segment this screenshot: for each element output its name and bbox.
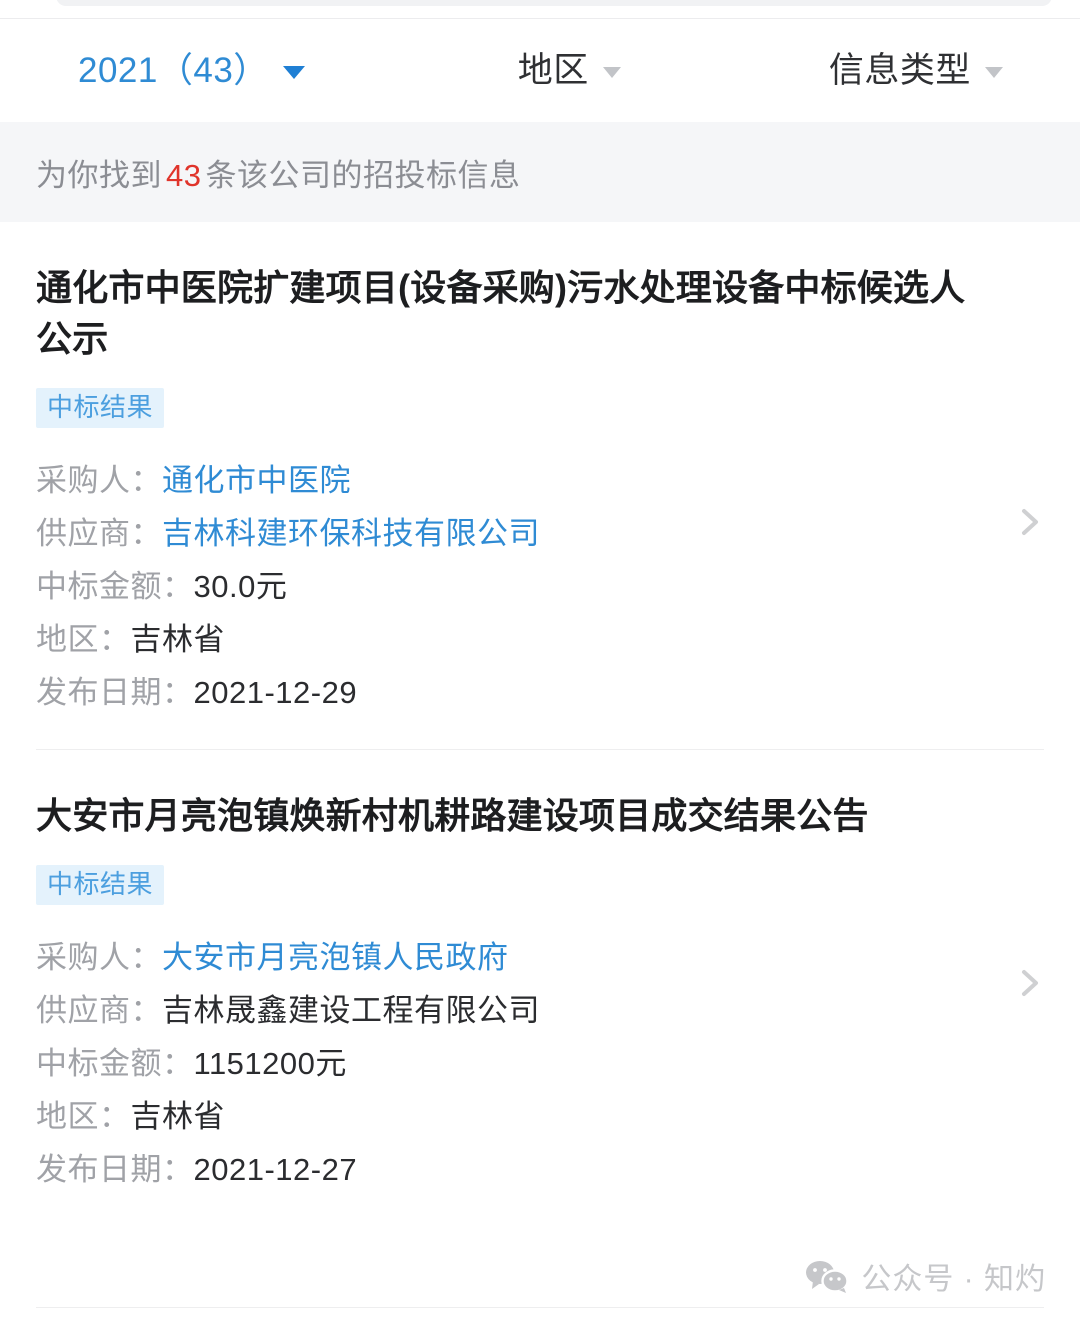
detail-label: 地区： xyxy=(36,1099,131,1135)
buyer-link[interactable]: 大安市月亮泡镇人民政府 xyxy=(162,942,509,973)
detail-label: 中标金额： xyxy=(36,1046,194,1082)
bid-amount-value: 30.0元 xyxy=(193,569,288,605)
result-count-banner: 为你找到 43 条该公司的招投标信息 xyxy=(0,122,1080,222)
result-count-text: 为你找到 43 条该公司的招投标信息 xyxy=(36,150,520,195)
detail-row-publish-date: 发布日期： 2021-12-27 xyxy=(36,1143,1044,1196)
caret-down-icon[interactable] xyxy=(282,66,305,79)
caret-down-icon[interactable] xyxy=(984,67,1003,78)
detail-label: 发布日期： xyxy=(36,675,194,711)
detail-label: 中标金额： xyxy=(36,569,194,605)
filter-year-label: 2021（43） xyxy=(78,51,269,90)
caret-down-icon[interactable] xyxy=(602,67,621,78)
filter-info-type[interactable]: 信息类型 xyxy=(829,53,1003,88)
bottom-divider xyxy=(36,1307,1044,1308)
wechat-icon xyxy=(806,1261,850,1293)
result-title[interactable]: 大安市月亮泡镇焕新村机耕路建设项目成交结果公告 xyxy=(36,790,996,841)
publish-date-value: 2021-12-27 xyxy=(193,1152,358,1188)
detail-label: 发布日期： xyxy=(36,1152,194,1188)
detail-row-region: 地区： 吉林省 xyxy=(36,1090,1044,1143)
status-badge: 中标结果 xyxy=(36,865,165,906)
bidding-search-results-page: 2021（43） 地区 信息类型 为你找到 43 条该公司的招投标信息 通化市中医院… xyxy=(0,0,1080,1324)
detail-row-supplier: 供应商： 吉林科建环保科技有限公司 xyxy=(36,507,1044,560)
result-card[interactable]: 通化市中医院扩建项目(设备采购)污水处理设备中标候选人公示 中标结果 采购人： … xyxy=(0,222,1080,749)
detail-row-amount: 中标金额： 1151200元 xyxy=(36,1037,1044,1090)
publish-date-value: 2021-12-29 xyxy=(193,675,358,711)
filter-info-type-label: 信息类型 xyxy=(828,51,971,90)
result-count-number: 43 xyxy=(166,157,202,193)
detail-row-buyer: 采购人： 大安市月亮泡镇人民政府 xyxy=(36,931,1044,984)
buyer-link[interactable]: 通化市中医院 xyxy=(162,465,351,496)
bid-amount-value: 1151200元 xyxy=(193,1046,347,1082)
watermark-text: 公众号 · 知灼 xyxy=(861,1263,1046,1296)
result-title[interactable]: 通化市中医院扩建项目(设备采购)污水处理设备中标候选人公示 xyxy=(36,262,996,364)
filter-year[interactable]: 2021（43） xyxy=(78,53,305,88)
result-detail-rows: 采购人： 大安市月亮泡镇人民政府 供应商： 吉林晟鑫建设工程有限公司 中标金额：… xyxy=(36,931,1044,1196)
filter-region-label: 地区 xyxy=(517,51,589,90)
detail-label: 地区： xyxy=(36,622,131,658)
result-detail-rows: 采购人： 通化市中医院 供应商： 吉林科建环保科技有限公司 中标金额： 30.0… xyxy=(36,454,1044,719)
detail-row-region: 地区： 吉林省 xyxy=(36,613,1044,666)
top-partial-strip xyxy=(56,0,1052,6)
detail-row-amount: 中标金额： 30.0元 xyxy=(36,560,1044,613)
result-card[interactable]: 大安市月亮泡镇焕新村机耕路建设项目成交结果公告 中标结果 采购人： 大安市月亮泡… xyxy=(0,750,1080,1226)
supplier-value: 吉林晟鑫建设工程有限公司 xyxy=(162,993,540,1029)
region-value: 吉林省 xyxy=(130,1099,225,1135)
chevron-right-icon[interactable] xyxy=(1010,963,1050,1003)
chevron-right-icon[interactable] xyxy=(1010,502,1050,542)
detail-row-buyer: 采购人： 通化市中医院 xyxy=(36,454,1044,507)
watermark: 公众号 · 知灼 xyxy=(805,1254,1046,1298)
region-value: 吉林省 xyxy=(130,622,225,658)
result-count-suffix: 条该公司的招投标信息 xyxy=(205,157,521,193)
detail-row-supplier: 供应商： 吉林晟鑫建设工程有限公司 xyxy=(36,984,1044,1037)
detail-row-publish-date: 发布日期： 2021-12-29 xyxy=(36,666,1044,719)
detail-label: 供应商： xyxy=(36,993,162,1029)
filter-region[interactable]: 地区 xyxy=(518,53,621,88)
detail-label: 采购人： xyxy=(36,463,162,499)
result-count-prefix: 为你找到 xyxy=(36,157,162,193)
detail-label: 供应商： xyxy=(36,516,162,552)
filter-bar: 2021（43） 地区 信息类型 xyxy=(0,19,1080,122)
detail-label: 采购人： xyxy=(36,940,162,976)
supplier-link[interactable]: 吉林科建环保科技有限公司 xyxy=(162,518,540,549)
status-badge: 中标结果 xyxy=(36,388,165,429)
results-list: 通化市中医院扩建项目(设备采购)污水处理设备中标候选人公示 中标结果 采购人： … xyxy=(0,222,1080,1226)
